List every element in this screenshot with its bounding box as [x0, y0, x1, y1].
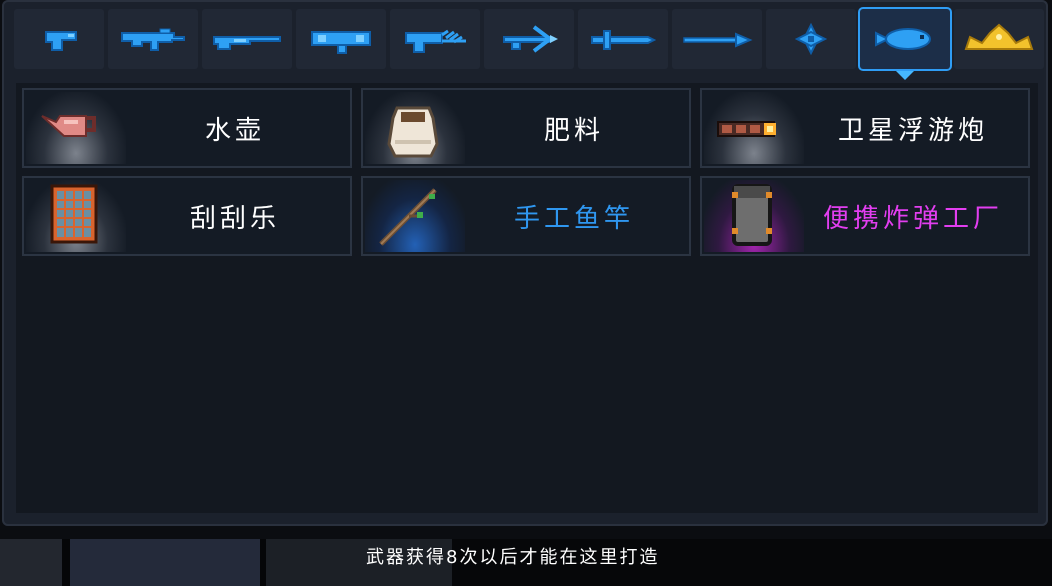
- crafting-panel: 水壶 肥料 卫星浮游炮 刮刮乐 手工鱼竿 便携炸弹工厂: [2, 0, 1048, 526]
- tab-rocket-launcher[interactable]: [296, 9, 386, 69]
- item-name: 水壶: [204, 115, 265, 146]
- tab-crossbow[interactable]: [484, 9, 574, 69]
- satellite-cannon-icon: [717, 121, 776, 137]
- fertilizer-bag-icon: [387, 106, 439, 158]
- tab-sword[interactable]: [578, 9, 668, 69]
- tab-fish[interactable]: [860, 9, 950, 80]
- tab-laser-gun[interactable]: [390, 9, 480, 69]
- scratch-card-icon: [50, 184, 98, 244]
- rocket-launcher-icon: [311, 31, 371, 54]
- item-scratch-card[interactable]: 刮刮乐: [22, 176, 352, 256]
- background-block: [70, 539, 260, 586]
- tab-assault-rifle[interactable]: [108, 9, 198, 69]
- item-name: 便携炸弹工厂: [822, 203, 1003, 234]
- item-name: 卫星浮游炮: [837, 115, 988, 146]
- background-block: [0, 539, 62, 586]
- crown-icon: [964, 23, 1034, 50]
- tab-spear[interactable]: [672, 9, 762, 69]
- laser-gun-icon: [405, 29, 466, 53]
- footer-bar: 武器获得8次以后才能在这里打造: [0, 539, 1052, 586]
- tab-crown[interactable]: [954, 9, 1044, 69]
- tab-shuriken[interactable]: [766, 9, 856, 69]
- item-name: 手工鱼竿: [513, 203, 634, 234]
- crossbow-icon: [503, 25, 558, 53]
- item-name: 刮刮乐: [189, 203, 280, 234]
- item-grid: 水壶 肥料 卫星浮游炮 刮刮乐 手工鱼竿 便携炸弹工厂: [16, 83, 1038, 513]
- pistol-icon: [45, 31, 77, 51]
- fish-icon: [875, 28, 931, 50]
- item-fertilizer[interactable]: 肥料: [361, 88, 691, 168]
- item-bomb-factory[interactable]: 便携炸弹工厂: [700, 176, 1030, 256]
- category-tab-bar: [14, 9, 1044, 80]
- item-watering-can[interactable]: 水壶: [22, 88, 352, 168]
- fishing-rod-icon: [379, 188, 437, 246]
- selected-tab-indicator: [896, 71, 914, 80]
- craft-hint-text: 武器获得8次以后才能在这里打造: [366, 547, 660, 568]
- sword-icon: [591, 30, 657, 50]
- item-satellite-cannon[interactable]: 卫星浮游炮: [700, 88, 1030, 168]
- bomb-factory-icon: [732, 184, 772, 246]
- watering-can-icon: [41, 115, 96, 137]
- tab-pistol[interactable]: [14, 9, 104, 69]
- shuriken-icon: [794, 22, 828, 56]
- tab-shotgun[interactable]: [202, 9, 292, 69]
- assault-rifle-icon: [121, 28, 185, 51]
- item-name: 肥料: [543, 115, 604, 146]
- item-fishing-rod[interactable]: 手工鱼竿: [361, 176, 691, 256]
- spear-icon: [683, 32, 753, 48]
- assault-rifle-icon: [213, 36, 281, 50]
